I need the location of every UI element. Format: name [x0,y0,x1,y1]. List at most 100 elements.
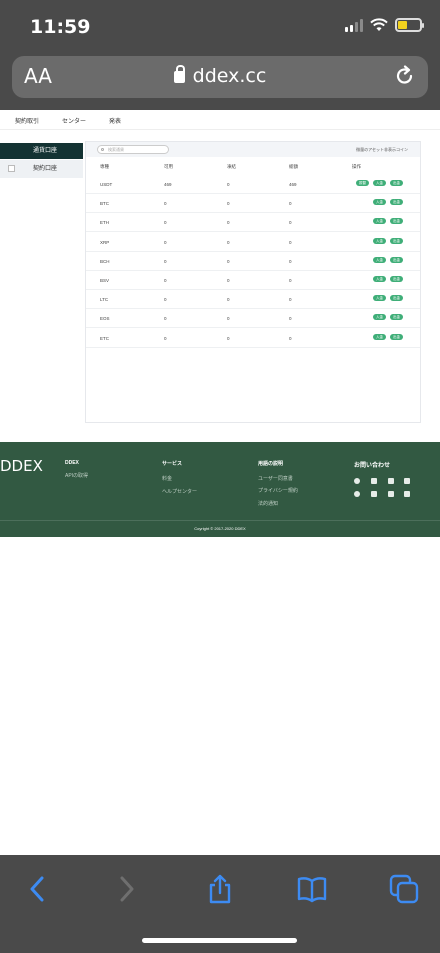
action-button[interactable]: 出金 [390,333,403,340]
table-cell-coin: ETC [100,335,109,341]
coin-search-input[interactable]: 検索通貨 [97,145,169,154]
action-button[interactable]: 出金 [390,276,403,282]
table-row: LTC 0 0 0 入金 出金 [86,290,420,310]
footer-col-title: サービス [162,461,183,467]
table-cell-frozen: 0 [227,297,230,303]
action-button[interactable]: 入金 [373,295,386,302]
action-button[interactable]: 出金 [390,199,403,206]
back-icon[interactable] [22,873,54,905]
tabs-icon[interactable] [388,873,420,905]
status-time: 11:59 [30,16,91,38]
table-cell-frozen: 0 [227,335,230,341]
column-header: 総額 [289,164,298,169]
table-cell-coin: USDT [100,182,113,187]
assets-panel: 検索通貨 微量のアセット非表示コイン 専種 可用 凍結 総額 操作 USDT 46… [85,141,421,423]
table-cell-total: 0 [289,239,292,245]
table-cell-available: 0 [164,258,167,264]
table-cell-total: 0 [289,278,292,283]
table-cell-available: 0 [164,278,167,283]
share-icon[interactable] [204,873,236,905]
footer-col-title: DDEX [65,460,79,466]
battery-icon [395,18,424,32]
footer-link[interactable]: 法的通知 [258,500,278,507]
table-cell-frozen: 0 [227,316,230,322]
facebook-icon[interactable] [371,478,377,484]
table-cell-total: 0 [289,297,292,303]
footer-link[interactable]: ヘルプセンター [162,488,197,495]
lock-icon [173,65,185,83]
sidebar-item-contract-account[interactable]: 契約口座 [0,160,83,178]
nav-item-center[interactable]: センター [62,116,86,125]
weibo-icon[interactable] [354,478,360,484]
footer-link[interactable]: ユーザー同意書 [258,475,293,482]
panel-header: 検索通貨 微量のアセット非表示コイン [86,142,420,157]
sidebar-item-label: 契約口座 [33,166,58,172]
table-row: EOS 0 0 0 入金 出金 [86,309,420,329]
table-row: BTC 0 0 0 入金 出金 [86,194,420,214]
table-cell-available: 0 [164,201,167,207]
url-display[interactable]: ddex.cc [12,65,428,87]
action-button[interactable]: 振替 [356,180,369,186]
browser-bottom-toolbar [0,855,440,953]
account-icon [8,165,15,172]
action-button[interactable]: 入金 [373,180,386,186]
table-cell-frozen: 0 [227,258,230,264]
table-row: ETC 0 0 0 入金 出金 [86,329,420,348]
table-cell-coin: ETH [100,220,109,226]
reddit-icon[interactable] [354,491,360,497]
table-cell-total: 0 [289,201,292,207]
action-button[interactable]: 入金 [373,333,386,340]
site-nav: 契約取引 センター 発表 [0,110,440,130]
table-cell-coin: EOS [100,316,110,322]
copyright-bar: Coyright © 2017-2020 DDEX [0,520,440,537]
table-cell-coin: BTC [100,201,109,207]
table-cell-total: 0 [289,335,292,341]
hide-small-assets-toggle[interactable]: 微量のアセット非表示コイン [356,147,408,153]
home-indicator [142,938,297,943]
table-cell-available: 0 [164,316,167,322]
column-header: 可用 [164,164,173,169]
nav-item-contract-trading[interactable]: 契約取引 [15,116,39,125]
action-button[interactable]: 入金 [373,276,386,282]
action-button[interactable]: 入金 [373,314,386,321]
instagram-icon[interactable] [388,491,394,497]
table-cell-frozen: 0 [227,201,230,207]
table-row: ETH 0 0 0 入金 出金 [86,213,420,233]
table-cell-frozen: 0 [227,220,230,226]
reload-icon[interactable] [394,65,416,87]
column-header: 操作 [352,164,361,169]
telegram-icon[interactable] [388,478,394,484]
footer-link[interactable]: APIの取得 [65,472,88,479]
table-row: USDT 469 0 469 振替 入金 出金 [86,175,420,194]
nav-item-announcements[interactable]: 発表 [109,116,121,125]
action-button[interactable]: 入金 [373,218,386,225]
table-cell-frozen: 0 [227,278,230,283]
footer-link[interactable]: プライバシー規約 [258,487,298,494]
action-button[interactable]: 出金 [390,256,403,263]
medium-icon[interactable] [371,491,377,497]
action-button[interactable]: 出金 [390,314,403,321]
action-button[interactable]: 出金 [390,218,403,225]
action-button[interactable]: 入金 [373,199,386,206]
table-cell-coin: BSV [100,278,110,283]
footer: DDEX DDEX APIの取得 サービス 料金 ヘルプセンター 用語の説明 ユ… [0,442,440,520]
bookmarks-icon[interactable] [296,873,328,905]
table-cell-total: 469 [289,182,297,187]
footer-logo: DDEX [0,457,43,475]
action-button[interactable]: 出金 [390,237,403,244]
column-header: 専種 [100,164,109,169]
table-cell-available: 0 [164,239,167,245]
action-button[interactable]: 入金 [373,256,386,263]
action-button[interactable]: 出金 [390,180,403,186]
action-button[interactable]: 入金 [373,237,386,244]
wechat-icon[interactable] [404,491,410,497]
sidebar-item-currency-account[interactable]: 通貨口座 [0,143,83,159]
table-cell-available: 0 [164,297,167,303]
action-button[interactable]: 出金 [390,295,403,302]
youtube-icon[interactable] [404,478,410,484]
footer-link[interactable]: 料金 [162,475,172,482]
table-cell-frozen: 0 [227,239,230,245]
address-bar[interactable]: AA ddex.cc [12,56,428,98]
table-cell-available: 469 [164,182,172,187]
signal-icon [345,18,363,32]
